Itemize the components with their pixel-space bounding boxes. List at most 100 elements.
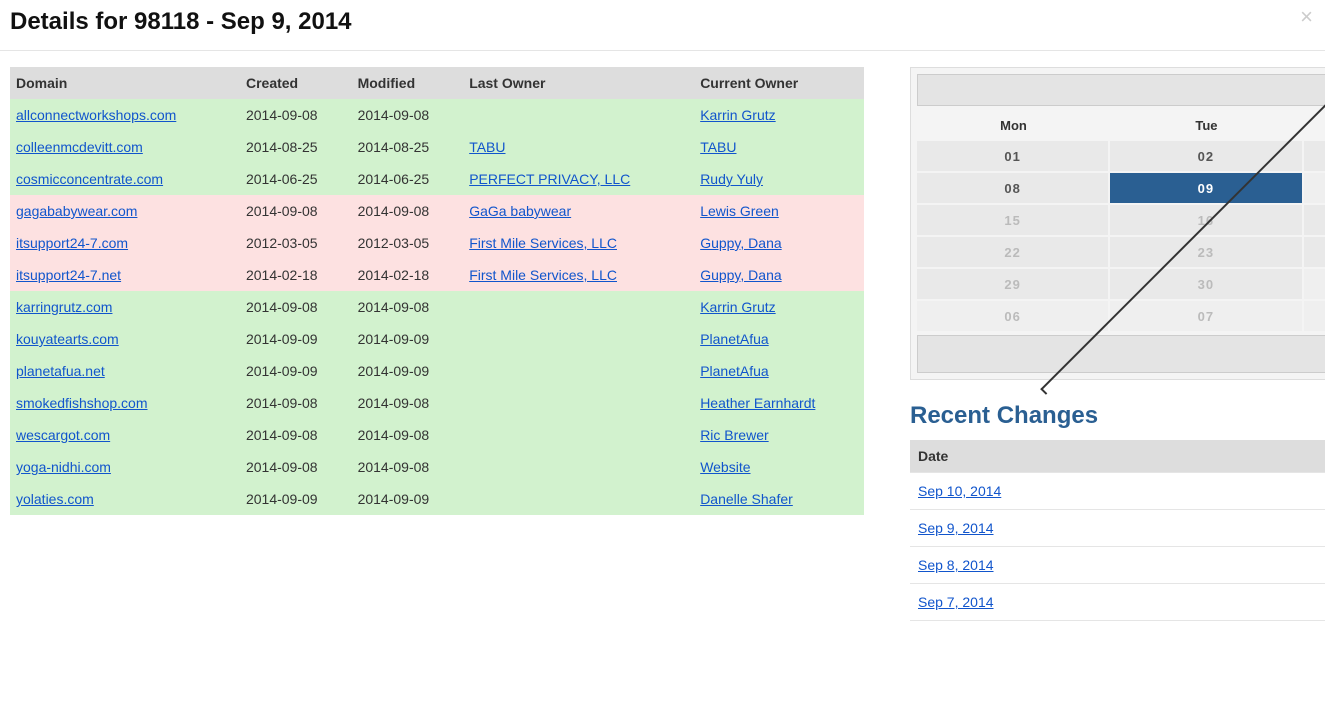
- recent-row: Sep 10, 20146: [910, 473, 1325, 510]
- last-owner-cell-link[interactable]: First Mile Services, LLC: [469, 235, 617, 251]
- calendar-prev-button[interactable]: [917, 74, 1325, 106]
- domain-cell-link[interactable]: cosmicconcentrate.com: [16, 171, 163, 187]
- calendar-day[interactable]: 09: [1110, 173, 1301, 203]
- calendar-day[interactable]: 17: [1304, 205, 1325, 235]
- calendar-day[interactable]: 22: [917, 237, 1108, 267]
- domain-table-header[interactable]: Created: [240, 67, 352, 99]
- current-owner-cell-link[interactable]: Lewis Green: [700, 203, 779, 219]
- current-owner-cell-link[interactable]: PlanetAfua: [700, 331, 769, 347]
- domain-cell: planetafua.net: [10, 355, 240, 387]
- close-icon[interactable]: ×: [1300, 6, 1313, 28]
- domain-cell-link[interactable]: kouyatearts.com: [16, 331, 119, 347]
- calendar-dow: Mon: [917, 112, 1110, 141]
- domain-cell: yoga-nidhi.com: [10, 451, 240, 483]
- page-title: Details for 98118 - Sep 9, 2014: [10, 8, 1315, 36]
- domain-cell-link[interactable]: allconnectworkshops.com: [16, 107, 176, 123]
- last-owner-cell: [463, 99, 694, 131]
- calendar-day[interactable]: 23: [1110, 237, 1301, 267]
- domain-table-container: DomainCreatedModifiedLast OwnerCurrent O…: [10, 67, 864, 515]
- current-owner-cell: PlanetAfua: [694, 323, 864, 355]
- created-cell: 2014-09-08: [240, 99, 352, 131]
- last-owner-cell-link[interactable]: PERFECT PRIVACY, LLC: [469, 171, 630, 187]
- current-owner-cell-link[interactable]: Karrin Grutz: [700, 107, 775, 123]
- current-owner-cell-link[interactable]: Danelle Shafer: [700, 491, 793, 507]
- calendar-day[interactable]: 01: [917, 141, 1108, 171]
- current-owner-cell-link[interactable]: Rudy Yuly: [700, 171, 763, 187]
- current-owner-cell-link[interactable]: PlanetAfua: [700, 363, 769, 379]
- last-owner-cell: [463, 419, 694, 451]
- domain-table-header[interactable]: Domain: [10, 67, 240, 99]
- domain-cell-link[interactable]: colleenmcdevitt.com: [16, 139, 143, 155]
- modified-cell: 2014-09-09: [352, 483, 464, 515]
- calendar-today-button[interactable]: Today: [917, 335, 1325, 373]
- created-cell: 2014-08-25: [240, 131, 352, 163]
- domain-cell: allconnectworkshops.com: [10, 99, 240, 131]
- last-owner-cell-link[interactable]: GaGa babywear: [469, 203, 571, 219]
- modified-cell: 2014-09-08: [352, 451, 464, 483]
- domain-table-body: allconnectworkshops.com2014-09-082014-09…: [10, 99, 864, 515]
- current-owner-cell-link[interactable]: Ric Brewer: [700, 427, 768, 443]
- table-row: allconnectworkshops.com 2014-09-082014-09…: [10, 99, 864, 131]
- recent-date-link[interactable]: Sep 8, 2014: [918, 557, 994, 573]
- calendar-day[interactable]: 08: [1304, 301, 1325, 331]
- table-row: cosmicconcentrate.com2014-06-252014-06-2…: [10, 163, 864, 195]
- domain-cell: karringrutz.com: [10, 291, 240, 323]
- current-owner-cell: Heather Earnhardt: [694, 387, 864, 419]
- current-owner-cell: Guppy, Dana: [694, 227, 864, 259]
- current-owner-cell-link[interactable]: Guppy, Dana: [700, 235, 781, 251]
- domain-cell: cosmicconcentrate.com: [10, 163, 240, 195]
- domain-cell: wescargot.com: [10, 419, 240, 451]
- table-row: kouyatearts.com2014-09-092014-09-09Plane…: [10, 323, 864, 355]
- created-cell: 2012-03-05: [240, 227, 352, 259]
- last-owner-cell: TABU: [463, 131, 694, 163]
- last-owner-cell-link[interactable]: First Mile Services, LLC: [469, 267, 617, 283]
- current-owner-cell-link[interactable]: TABU: [700, 139, 736, 155]
- modified-cell: 2014-06-25: [352, 163, 464, 195]
- current-owner-cell: PlanetAfua: [694, 355, 864, 387]
- recent-changes-scroll[interactable]: Sep 10, 20146Sep 9, 201413Sep 8, 20147Se…: [910, 472, 1325, 621]
- domain-cell: yolaties.com: [10, 483, 240, 515]
- recent-date-cell: Sep 10, 2014: [910, 473, 1325, 510]
- last-owner-cell-link[interactable]: TABU: [469, 139, 505, 155]
- calendar: September 2014 MonTueWedThuFriSatSun 010…: [910, 67, 1325, 380]
- calendar-dow-row: MonTueWedThuFriSatSun: [917, 112, 1325, 141]
- current-owner-cell: Lewis Green: [694, 195, 864, 227]
- recent-date-link[interactable]: Sep 7, 2014: [918, 594, 994, 610]
- calendar-day[interactable]: 24: [1304, 237, 1325, 267]
- modified-cell: 2014-09-09: [352, 355, 464, 387]
- calendar-day[interactable]: 03: [1304, 141, 1325, 171]
- domain-cell-link[interactable]: smokedfishshop.com: [16, 395, 148, 411]
- recent-row: Sep 8, 20147: [910, 547, 1325, 584]
- domain-cell-link[interactable]: wescargot.com: [16, 427, 110, 443]
- recent-date-link[interactable]: Sep 9, 2014: [918, 520, 994, 536]
- domain-cell: colleenmcdevitt.com: [10, 131, 240, 163]
- domain-cell-link[interactable]: yoga-nidhi.com: [16, 459, 111, 475]
- created-cell: 2014-09-09: [240, 483, 352, 515]
- current-owner-cell-link[interactable]: Karrin Grutz: [700, 299, 775, 315]
- domain-table-header[interactable]: Modified: [352, 67, 464, 99]
- modified-cell: 2014-09-08: [352, 99, 464, 131]
- calendar-day[interactable]: 01: [1304, 269, 1325, 299]
- calendar-day[interactable]: 29: [917, 269, 1108, 299]
- calendar-day[interactable]: 08: [917, 173, 1108, 203]
- last-owner-cell: GaGa babywear: [463, 195, 694, 227]
- current-owner-cell-link[interactable]: Heather Earnhardt: [700, 395, 815, 411]
- recent-date-link[interactable]: Sep 10, 2014: [918, 483, 1001, 499]
- domain-table-header[interactable]: Last Owner: [463, 67, 694, 99]
- domain-cell-link[interactable]: itsupport24-7.net: [16, 267, 121, 283]
- current-owner-cell-link[interactable]: Guppy, Dana: [700, 267, 781, 283]
- calendar-day[interactable]: 07: [1110, 301, 1301, 331]
- modified-cell: 2014-09-08: [352, 195, 464, 227]
- calendar-day[interactable]: 06: [917, 301, 1108, 331]
- domain-table-header[interactable]: Current Owner: [694, 67, 864, 99]
- created-cell: 2014-09-08: [240, 451, 352, 483]
- domain-cell-link[interactable]: yolaties.com: [16, 491, 94, 507]
- recent-date-cell: Sep 8, 2014: [910, 547, 1325, 584]
- domain-cell-link[interactable]: itsupport24-7.com: [16, 235, 128, 251]
- calendar-day[interactable]: 10: [1304, 173, 1325, 203]
- domain-cell-link[interactable]: karringrutz.com: [16, 299, 112, 315]
- current-owner-cell-link[interactable]: Website: [700, 459, 750, 475]
- domain-cell-link[interactable]: gagababywear.com: [16, 203, 137, 219]
- domain-cell-link[interactable]: planetafua.net: [16, 363, 105, 379]
- calendar-day[interactable]: 15: [917, 205, 1108, 235]
